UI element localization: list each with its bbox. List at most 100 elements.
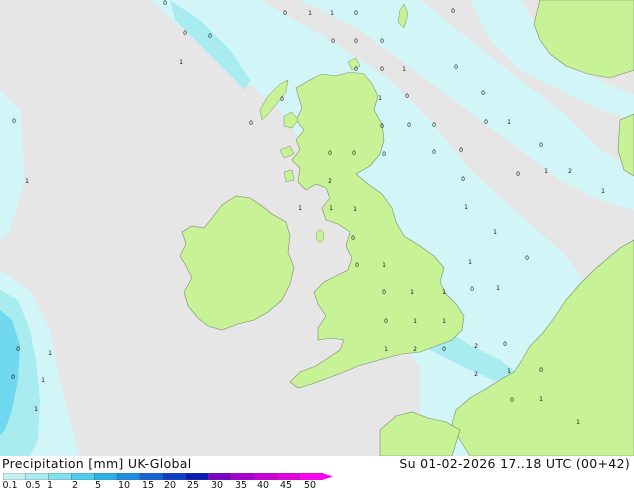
legend-color-11 bbox=[253, 473, 278, 480]
precip-value-label: 1 bbox=[539, 396, 543, 403]
legend-color-8 bbox=[185, 473, 209, 480]
precip-value-label: 1 bbox=[34, 406, 38, 413]
precip-value-label: 0 bbox=[442, 346, 446, 353]
legend-tick-label: 2 bbox=[71, 480, 79, 491]
precip-value-label: 1 bbox=[384, 346, 388, 353]
precip-value-label: 1 bbox=[442, 289, 446, 296]
legend-tick-label: 5 bbox=[94, 480, 102, 491]
precip-value-label: 1 bbox=[298, 205, 302, 212]
precip-value-label: 0 bbox=[283, 10, 287, 17]
legend-colorbar bbox=[3, 473, 333, 480]
precip-value-label: 0 bbox=[352, 150, 356, 157]
precip-value-label: 2 bbox=[413, 346, 417, 353]
precip-value-label: 1 bbox=[41, 377, 45, 384]
legend-tick-label: 30 bbox=[210, 480, 224, 491]
valid-time: Su 01-02-2026 17..18 UTC (00+42) bbox=[399, 456, 630, 471]
legend-color-2 bbox=[48, 473, 73, 480]
precip-value-label: 1 bbox=[413, 318, 417, 325]
legend-color-4 bbox=[93, 473, 118, 480]
precip-value-label: 1 bbox=[507, 368, 511, 375]
precip-value-label: 0 bbox=[183, 30, 187, 37]
precip-value-label: 0 bbox=[451, 8, 455, 15]
precip-value-label: 0 bbox=[503, 341, 507, 348]
product-label: Precipitation [mm] bbox=[2, 456, 124, 471]
legend-color-6 bbox=[139, 473, 164, 480]
precip-value-label: 0 bbox=[405, 93, 409, 100]
legend-tick-label: 20 bbox=[163, 480, 177, 491]
legend-labels: 0.1 0.5 1 2 5 10 15 20 25 30 35 40 45 50 bbox=[0, 480, 634, 491]
precip-value-label: 0 bbox=[355, 262, 359, 269]
legend-tick-label: 0.5 bbox=[25, 480, 41, 491]
legend-tick-label: 1 bbox=[46, 480, 54, 491]
precip-value-label: 1 bbox=[25, 178, 29, 185]
legend-color-5 bbox=[116, 473, 141, 480]
precip-value-label: 0 bbox=[354, 66, 358, 73]
precip-value-label: 0 bbox=[407, 122, 411, 129]
legend-tick-label: 50 bbox=[303, 480, 317, 491]
legend-tick-label: 40 bbox=[256, 480, 270, 491]
precip-value-label: 1 bbox=[410, 289, 414, 296]
precip-value-label: 1 bbox=[308, 10, 312, 17]
precip-value-label: 1 bbox=[576, 419, 580, 426]
precip-value-label: 0 bbox=[354, 10, 358, 17]
precip-value-label: 0 bbox=[516, 171, 520, 178]
legend-arrow-tip bbox=[322, 473, 333, 480]
precip-value-label: 2 bbox=[474, 371, 478, 378]
precip-value-label: 1 bbox=[329, 205, 333, 212]
precip-value-label: 1 bbox=[48, 350, 52, 357]
precip-value-label: 0 bbox=[12, 118, 16, 125]
precip-value-label: 0 bbox=[249, 120, 253, 127]
legend-color-0 bbox=[3, 473, 27, 480]
land-islay bbox=[283, 169, 295, 183]
precip-value-label: 2 bbox=[474, 343, 478, 350]
precip-value-label: 0 bbox=[525, 255, 529, 262]
precip-value-label: 0 bbox=[470, 286, 474, 293]
precip-value-label: 2 bbox=[328, 178, 332, 185]
product-title: Precipitation [mm] UK-Global bbox=[2, 456, 191, 471]
legend-color-12 bbox=[276, 473, 301, 480]
precip-value-label: 0 bbox=[384, 318, 388, 325]
precip-value-label: 1 bbox=[468, 259, 472, 266]
legend-color-7 bbox=[162, 473, 187, 480]
legend-color-1 bbox=[25, 473, 50, 480]
precip-value-label: 0 bbox=[510, 397, 514, 404]
precip-value-label: 0 bbox=[380, 66, 384, 73]
precip-value-label: 0 bbox=[208, 33, 212, 40]
precip-value-label: 0 bbox=[481, 90, 485, 97]
legend-color-10 bbox=[230, 473, 255, 480]
legend-tick-label: 25 bbox=[186, 480, 200, 491]
map-footer: Precipitation [mm] UK-Global Su 01-02-20… bbox=[0, 456, 634, 491]
legend-tick-label: 45 bbox=[279, 480, 293, 491]
precip-value-label: 1 bbox=[496, 285, 500, 292]
precip-value-label: 1 bbox=[544, 168, 548, 175]
precip-value-label: 1 bbox=[179, 59, 183, 66]
precip-value-label: 0 bbox=[328, 150, 332, 157]
precip-value-label: 0 bbox=[16, 346, 20, 353]
precip-value-label: 0 bbox=[484, 119, 488, 126]
precip-value-label: 0 bbox=[382, 289, 386, 296]
legend-tick-label: 10 bbox=[117, 480, 131, 491]
precip-value-label: 0 bbox=[354, 38, 358, 45]
precipitation-map: 0 0 1 1 0 0 0 0 0 0 0 1 0 0 1 0 0 1 0 0 0 0 1 0 0 0 0 0 0 0 0 0 0 0 1 2 0 2 1 1… bbox=[0, 0, 634, 456]
legend-tick-label: 0.1 bbox=[2, 480, 18, 491]
legend-tick-label: 35 bbox=[234, 480, 248, 491]
legend-color-9 bbox=[207, 473, 232, 480]
precip-value-label: 1 bbox=[442, 318, 446, 325]
precip-value-label: 1 bbox=[378, 95, 382, 102]
precip-value-label: 0 bbox=[459, 147, 463, 154]
precip-value-label: 0 bbox=[539, 142, 543, 149]
model-label: UK-Global bbox=[127, 456, 192, 471]
precip-value-label: 1 bbox=[507, 119, 511, 126]
precip-value-label: 0 bbox=[351, 235, 355, 242]
precip-value-label: 0 bbox=[331, 38, 335, 45]
precip-value-label: 0 bbox=[432, 149, 436, 156]
legend-tick-label: 15 bbox=[141, 480, 155, 491]
precip-value-label: 0 bbox=[382, 151, 386, 158]
precip-value-label: 1 bbox=[464, 204, 468, 211]
precip-value-label: 2 bbox=[568, 168, 572, 175]
precip-value-label: 0 bbox=[280, 96, 284, 103]
precip-value-label: 1 bbox=[493, 229, 497, 236]
precip-value-label: 1 bbox=[601, 188, 605, 195]
precip-value-label: 1 bbox=[353, 206, 357, 213]
precip-value-label: 1 bbox=[402, 66, 406, 73]
